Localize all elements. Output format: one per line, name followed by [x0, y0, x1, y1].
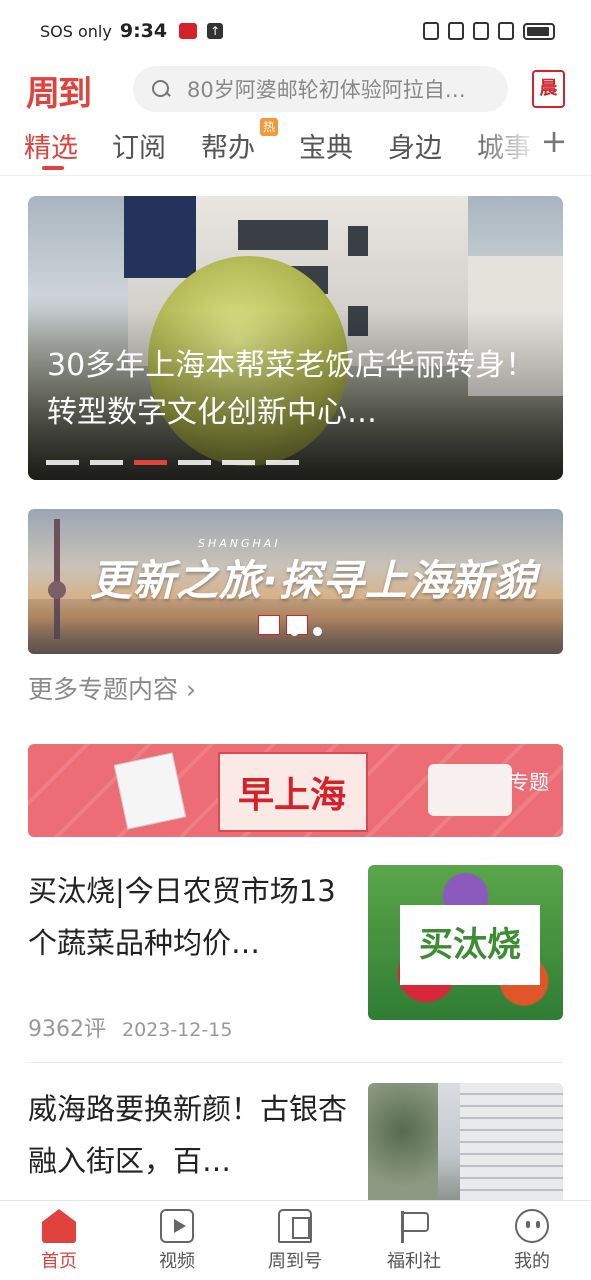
status-bar: SOS only 9:34 ↑ [0, 0, 591, 62]
comment-count: 9362评 [28, 1017, 106, 1042]
tab-featured[interactable]: 精选 [24, 126, 78, 165]
nfc-icon [423, 22, 439, 40]
flag-icon [397, 1209, 431, 1243]
app-header: 周到 80岁阿婆邮轮初体验阿拉自… 晨 [0, 62, 591, 114]
app-notification-icon [179, 23, 198, 39]
carousel-dot [178, 460, 211, 465]
tab-help[interactable]: 帮办 [201, 126, 255, 165]
clock: 9:34 [119, 20, 168, 42]
divider [28, 1062, 563, 1063]
nav-label: 我的 [514, 1251, 550, 1272]
battery-icon [523, 22, 555, 40]
nav-home[interactable]: 首页 [9, 1209, 109, 1273]
nav-label: 首页 [41, 1251, 77, 1272]
morning-edition-button[interactable]: 晨 [532, 70, 565, 108]
status-left: SOS only 9:34 ↑ [40, 20, 224, 42]
publish-date: 2023-12-15 [122, 1019, 233, 1041]
news-item[interactable]: 买汰烧|今日农贸市场13个蔬菜品种均价… 9362评 2023-12-15 买汰… [28, 865, 563, 1042]
tab-nearby[interactable]: 身边 [388, 126, 442, 165]
nav-video[interactable]: 视频 [127, 1209, 227, 1273]
carrier-label: SOS only [40, 21, 112, 41]
vibrate-icon [448, 22, 464, 40]
search-placeholder: 80岁阿婆邮轮初体验阿拉自… [187, 78, 466, 102]
topic-title: 更新之旅·探寻上海新貌 [90, 556, 537, 605]
face-icon [515, 1209, 549, 1243]
hero-screen-image [124, 196, 196, 278]
news-thumbnail: 买汰烧 [368, 865, 563, 1020]
hero-title: 30多年上海本帮菜老饭店华丽转身！转型数字文化创新中心… [47, 348, 536, 430]
news-title: 威海路要换新颜！古银杏融入街区，百… [28, 1092, 348, 1178]
nav-zhoudao-account[interactable]: 周到号 [245, 1209, 345, 1273]
search-bar[interactable]: 80岁阿婆邮轮初体验阿拉自… [133, 66, 508, 112]
nav-label: 视频 [159, 1251, 195, 1272]
hot-badge: 热 [260, 118, 278, 136]
nav-me[interactable]: 我的 [482, 1209, 582, 1273]
video-player-image [428, 764, 512, 816]
video-icon [160, 1209, 194, 1243]
hero-carousel[interactable]: 30多年上海本帮菜老饭店华丽转身！转型数字文化创新中心… [28, 196, 563, 480]
morning-shanghai-banner[interactable]: 早上海 专题 [28, 744, 563, 837]
active-tab-indicator [42, 166, 64, 170]
morning-banner-title: 早上海 [238, 775, 347, 816]
news-item[interactable]: 威海路要换新颜！古银杏融入街区，百… [28, 1083, 563, 1201]
carousel-dot [90, 460, 123, 465]
nav-label: 周到号 [268, 1251, 322, 1272]
topic-banner[interactable]: SHANGHAI 更新之旅·探寻上海新貌 [28, 509, 563, 654]
wifi-icon [473, 22, 489, 40]
more-topics-link[interactable]: 更多专题内容 › [28, 670, 196, 706]
building-icon [278, 1209, 312, 1243]
news-thumbnail [368, 1083, 563, 1201]
status-right [423, 22, 555, 40]
oriental-pearl-tower-image [48, 581, 66, 599]
topic-tag: 专题 [509, 770, 549, 794]
app-logo: 周到 [26, 74, 92, 114]
thumbnail-label: 买汰烧 [400, 905, 540, 985]
search-icon [151, 79, 171, 99]
nav-label: 福利社 [387, 1251, 441, 1272]
channel-tabs: 精选 订阅 帮办 热 宝典 身边 城事 + [0, 118, 591, 176]
tabs-fade [470, 118, 540, 174]
bottom-navigation: 首页 视频 周到号 福利社 我的 [0, 1200, 591, 1280]
brand-logo [258, 615, 280, 635]
carousel-indicator [46, 460, 299, 465]
news-title: 买汰烧|今日农贸市场13个蔬菜品种均价… [28, 874, 336, 960]
nav-welfare[interactable]: 福利社 [364, 1209, 464, 1273]
tab-subscribe[interactable]: 订阅 [112, 126, 166, 165]
carousel-dot [46, 460, 79, 465]
upload-notification-icon: ↑ [207, 23, 224, 39]
carousel-dot [134, 460, 167, 465]
carousel-dot [266, 460, 299, 465]
banner-indicator [290, 627, 322, 636]
tab-guide[interactable]: 宝典 [299, 126, 353, 165]
home-icon [42, 1209, 76, 1243]
carousel-dot [222, 460, 255, 465]
alert-icon [498, 22, 514, 40]
add-channel-button[interactable]: + [534, 122, 574, 160]
